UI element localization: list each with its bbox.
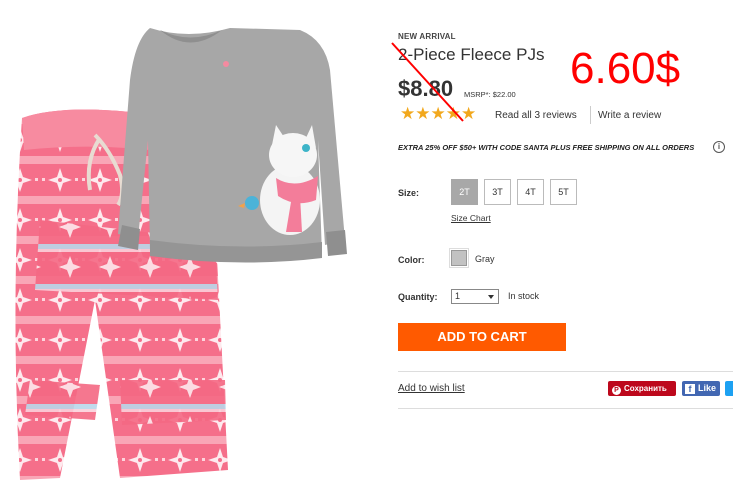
strike-line bbox=[391, 42, 464, 122]
annotation-new-price: 6.60$ bbox=[570, 44, 681, 93]
